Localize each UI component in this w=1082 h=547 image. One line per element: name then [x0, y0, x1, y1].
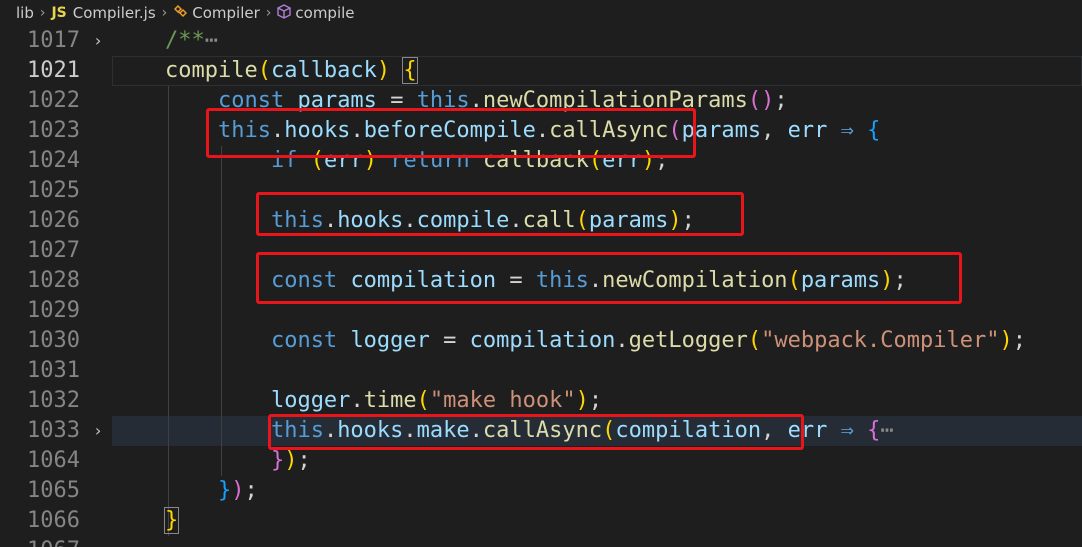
line-number: 1029: [27, 298, 80, 323]
code-line-1027[interactable]: [112, 236, 1082, 266]
code-line-1026[interactable]: this.hooks.compile.call(params);: [112, 206, 1082, 236]
code-line-1023[interactable]: this.hooks.beforeCompile.callAsync(param…: [112, 116, 1082, 146]
folded-ellipsis-icon[interactable]: ⋯: [205, 28, 218, 53]
code-line-1032[interactable]: logger.time("make hook");: [112, 386, 1082, 416]
line-number: 1028: [27, 268, 80, 293]
code-editor[interactable]: 1017 1021 1022 1023 1024 1025 1026 1027 …: [0, 26, 1082, 547]
line-number: 1030: [27, 328, 80, 353]
line-number-gutter: 1017 1021 1022 1023 1024 1025 1026 1027 …: [0, 26, 82, 547]
chevron-right-icon: ›: [265, 5, 272, 21]
class-symbol-icon: [173, 4, 188, 22]
code-line-1067[interactable]: [112, 536, 1082, 547]
fold-chevron-icon[interactable]: ›: [88, 26, 108, 56]
line-number: 1066: [27, 508, 80, 533]
line-number-active: 1021: [27, 58, 80, 83]
fold-chevron-icon[interactable]: ›: [88, 416, 108, 446]
line-number: 1031: [27, 358, 80, 383]
code-line-1030[interactable]: const logger = compilation.getLogger("we…: [112, 326, 1082, 356]
breadcrumb-class[interactable]: Compiler: [192, 4, 260, 22]
line-number: 1024: [27, 148, 80, 173]
breadcrumb-method[interactable]: compile: [295, 4, 354, 22]
line-number: 1067: [0, 536, 82, 547]
breadcrumb-file[interactable]: Compiler.js: [73, 4, 156, 22]
code-line-1017[interactable]: /**⋯: [112, 26, 1082, 56]
method-cube-icon: [277, 3, 292, 23]
code-line-1021[interactable]: compile(callback) {: [112, 56, 1082, 86]
line-number: 1026: [27, 208, 80, 233]
javascript-file-icon: JS: [51, 5, 67, 21]
chevron-right-icon: ›: [39, 5, 46, 21]
code-line-1031[interactable]: [112, 356, 1082, 386]
line-number: 1064: [27, 448, 80, 473]
line-number: 1027: [27, 238, 80, 263]
code-line-1065[interactable]: });: [112, 476, 1082, 506]
chevron-right-icon: ›: [161, 5, 168, 21]
code-line-1033[interactable]: this.hooks.make.callAsync(compilation, e…: [112, 416, 1082, 446]
line-number: 1065: [27, 478, 80, 503]
line-number: 1033: [27, 418, 80, 443]
code-line-1066[interactable]: }: [112, 506, 1082, 536]
breadcrumb: lib › JS Compiler.js › Compiler › compil…: [0, 0, 1082, 26]
code-line-1064[interactable]: });: [112, 446, 1082, 476]
line-number: 1032: [27, 388, 80, 413]
code-line-1024[interactable]: if (err) return callback(err);: [112, 146, 1082, 176]
breadcrumb-folder[interactable]: lib: [16, 4, 34, 22]
code-line-1022[interactable]: const params = this.newCompilationParams…: [112, 86, 1082, 116]
line-number: 1023: [27, 118, 80, 143]
folded-ellipsis-icon[interactable]: ⋯: [880, 418, 893, 443]
code-line-1025[interactable]: [112, 176, 1082, 206]
code-line-1029[interactable]: [112, 296, 1082, 326]
code-lines[interactable]: /**⋯ compile(callback) { const params = …: [112, 26, 1082, 547]
line-number: 1022: [27, 88, 80, 113]
line-number: 1025: [27, 178, 80, 203]
fold-gutter: › ›: [88, 26, 108, 446]
code-line-1028[interactable]: const compilation = this.newCompilation(…: [112, 266, 1082, 296]
line-number: 1017: [27, 28, 80, 53]
